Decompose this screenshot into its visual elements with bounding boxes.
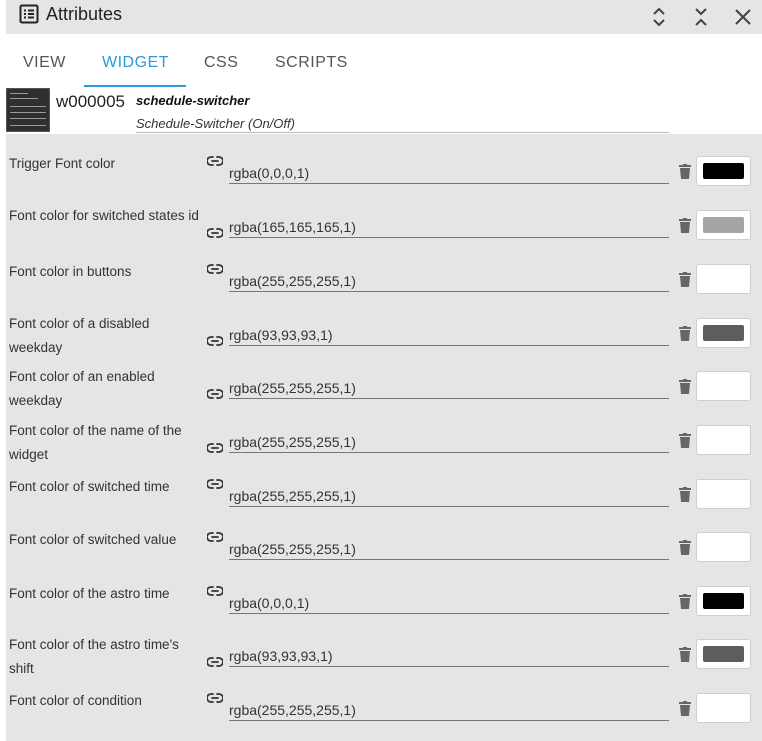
link-icon[interactable] [206, 655, 224, 667]
link-icon[interactable] [206, 154, 224, 166]
color-swatch-fill [703, 646, 744, 662]
attribute-row: Font color of the astro time rgba(0,0,0,1… [6, 564, 762, 617]
color-swatch[interactable] [696, 586, 751, 616]
attribute-row: Font size of the name of the [6, 725, 762, 741]
trash-icon[interactable] [679, 594, 691, 609]
color-swatch-fill [703, 378, 744, 394]
color-swatch[interactable] [696, 693, 751, 723]
attribute-row: Font color of an enabled weekday rgba(255… [6, 349, 762, 408]
color-swatch-fill [703, 163, 744, 179]
attributes-list: Trigger Font color rgba(0,0,0,1) Font colo… [6, 134, 762, 741]
attribute-label: Font color of switched value [9, 532, 177, 547]
attribute-row: Font color of a disabled weekday rgba(93,… [6, 296, 762, 355]
color-swatch[interactable] [696, 156, 751, 186]
widget-description: Schedule-Switcher (On/Off) [136, 116, 295, 131]
attribute-label: Font color of switched time [9, 479, 170, 494]
attribute-value-input[interactable]: rgba(93,93,93,1) [229, 324, 669, 346]
color-swatch-fill [703, 432, 744, 448]
color-swatch-fill [703, 486, 744, 502]
attribute-row: Font color for switched states id rgba(16… [6, 188, 762, 242]
link-icon[interactable] [206, 226, 224, 238]
widget-header: w000005 schedule-switcher Schedule-Switc… [6, 88, 762, 134]
trash-icon[interactable] [679, 701, 691, 716]
color-swatch[interactable] [696, 532, 751, 562]
link-icon[interactable] [206, 477, 224, 489]
color-swatch[interactable] [696, 264, 751, 294]
trash-icon[interactable] [679, 647, 691, 662]
attribute-label: Trigger Font color [9, 156, 116, 171]
tab-scripts[interactable]: SCRIPTS [275, 54, 348, 72]
attribute-row: Font color in buttons rgba(255,255,255,1) [6, 242, 762, 296]
color-swatch[interactable] [696, 425, 751, 455]
attribute-value-input[interactable]: rgba(93,93,93,1) [229, 645, 669, 667]
attribute-value-input[interactable]: rgba(255,255,255,1) [229, 485, 669, 507]
attributes-titlebar: Attributes [6, 0, 762, 34]
attribute-value-input[interactable]: rgba(255,255,255,1) [229, 270, 669, 292]
color-swatch-fill [703, 271, 744, 287]
attribute-value-input[interactable]: rgba(0,0,0,1) [229, 162, 669, 184]
color-swatch-fill [703, 539, 744, 555]
attribute-row: Font color of the name of the widget rgba… [6, 403, 762, 462]
attribute-value-input[interactable]: rgba(255,255,255,1) [229, 538, 669, 560]
attribute-value-input[interactable]: rgba(165,165,165,1) [229, 216, 669, 238]
widget-thumbnail [6, 88, 50, 132]
attribute-row: Trigger Font color rgba(0,0,0,1) [6, 134, 762, 188]
link-icon[interactable] [206, 584, 224, 596]
attribute-value-input[interactable]: rgba(0,0,0,1) [229, 592, 669, 614]
tab-css[interactable]: CSS [204, 54, 238, 72]
color-swatch-fill [703, 217, 744, 233]
attribute-value-input[interactable]: rgba(255,255,255,1) [229, 377, 669, 399]
trash-icon[interactable] [679, 379, 691, 394]
link-icon[interactable] [206, 262, 224, 274]
trash-icon[interactable] [679, 272, 691, 287]
active-tab-indicator [84, 85, 186, 87]
link-icon[interactable] [206, 387, 224, 399]
attribute-row: Font color of condition rgba(255,255,255,… [6, 671, 762, 725]
color-swatch[interactable] [696, 318, 751, 348]
expand-icon[interactable] [647, 5, 671, 29]
tab-bar: VIEW WIDGET CSS SCRIPTS [6, 34, 762, 88]
close-icon[interactable] [731, 5, 755, 29]
panel-title: Attributes [46, 4, 123, 24]
link-icon[interactable] [206, 691, 224, 703]
color-swatch[interactable] [696, 210, 751, 240]
attribute-value-input[interactable]: rgba(255,255,255,1) [229, 699, 669, 721]
widget-id: w000005 [56, 92, 126, 111]
trash-icon[interactable] [679, 487, 691, 502]
color-swatch-fill [703, 700, 744, 716]
link-icon[interactable] [206, 530, 224, 542]
list-icon [19, 4, 39, 24]
color-swatch-fill [703, 593, 744, 609]
attribute-label: Font color in buttons [9, 264, 132, 279]
tab-view[interactable]: VIEW [23, 54, 66, 72]
trash-icon[interactable] [679, 433, 691, 448]
trash-icon[interactable] [679, 218, 691, 233]
color-swatch-fill [703, 325, 744, 341]
widget-type: schedule-switcher [136, 93, 250, 108]
tab-widget[interactable]: WIDGET [102, 54, 169, 72]
link-icon[interactable] [206, 441, 224, 453]
color-swatch[interactable] [696, 479, 751, 509]
link-icon[interactable] [206, 334, 224, 346]
attribute-value-input[interactable]: rgba(255,255,255,1) [229, 431, 669, 453]
attribute-label: Font color of condition [9, 693, 142, 708]
attribute-row: Font color of switched time rgba(255,255,… [6, 457, 762, 510]
trash-icon[interactable] [679, 326, 691, 341]
attribute-label: Font color for switched states id [9, 208, 199, 223]
divider [136, 132, 669, 133]
attribute-row: Font color of the astro time's shift rgba… [6, 617, 762, 676]
attribute-label: Font color of the astro time [9, 586, 170, 601]
trash-icon[interactable] [679, 540, 691, 555]
trash-icon[interactable] [679, 164, 691, 179]
color-swatch[interactable] [696, 639, 751, 669]
collapse-icon[interactable] [689, 5, 713, 29]
attribute-row: Font color of switched value rgba(255,255… [6, 510, 762, 564]
color-swatch[interactable] [696, 371, 751, 401]
